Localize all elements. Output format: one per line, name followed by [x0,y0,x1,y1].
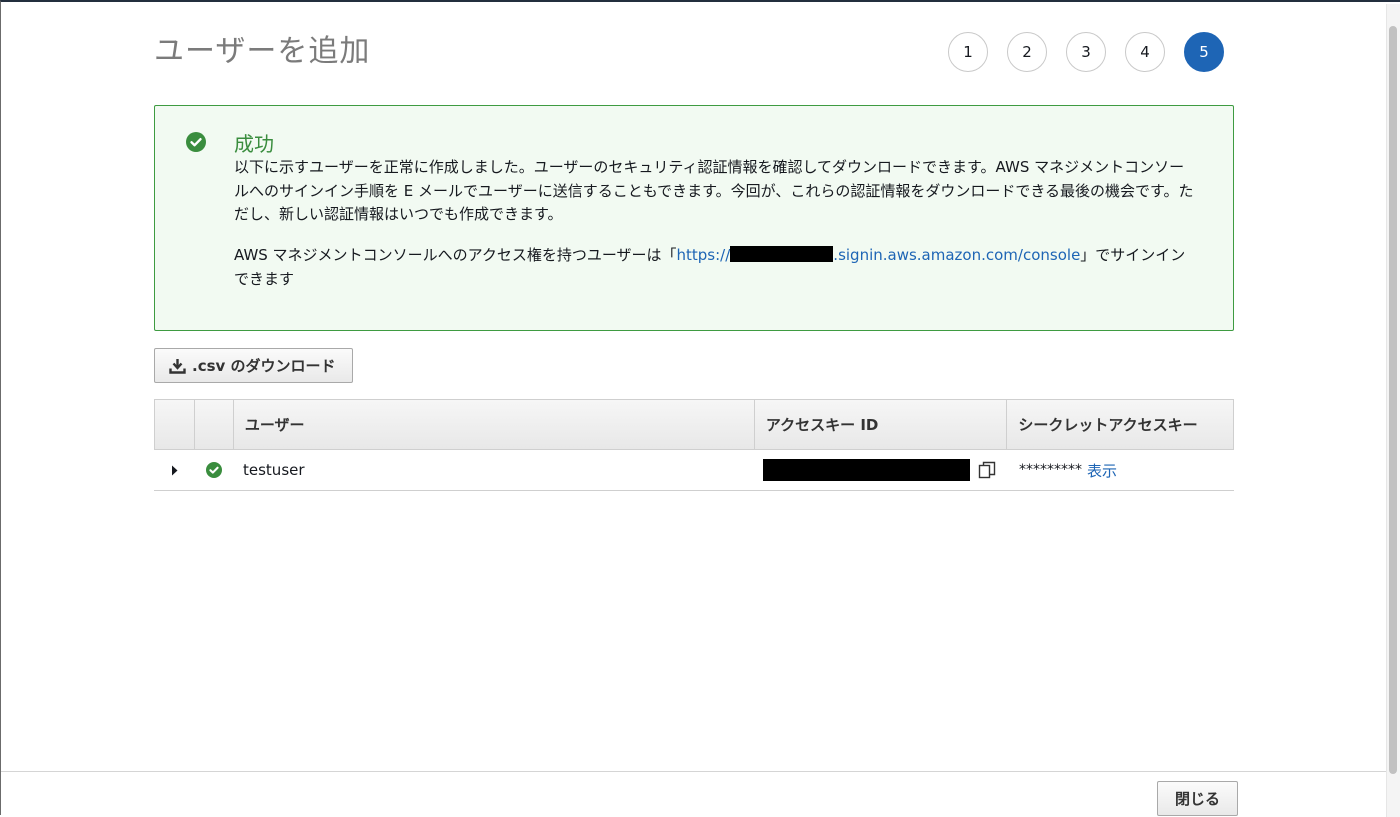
console-url-end: .signin.aws.amazon.com/console [833,246,1081,264]
row-user: testuser [243,461,305,479]
copy-icon[interactable] [978,461,996,479]
step-4: 4 [1125,32,1165,72]
close-button[interactable]: 閉じる [1157,781,1238,816]
header-expand-col [155,400,195,449]
success-title: 成功 [234,132,274,156]
console-signin-info: AWS マネジメントコンソールへのアクセス権を持つユーザーは「https://.… [234,244,1199,291]
header-access-key-id: アクセスキー ID [755,400,1008,449]
scrollbar[interactable] [1386,4,1400,817]
header-secret-access-key: シークレットアクセスキー [1018,416,1198,434]
success-message: 以下に示すユーザーを正常に作成しました。ユーザーのセキュリティ認証情報を確認して… [234,158,1194,223]
header-status-col [195,400,234,449]
footer-bar: 閉じる [1,771,1387,817]
show-secret-link[interactable]: 表示 [1087,460,1117,481]
console-url-start: https:// [676,246,731,264]
app-window: ユーザーを追加 1 2 3 4 5 成功 以下に示すユーザーを正常に作成しました… [0,0,1400,817]
wizard-steps: 1 2 3 4 5 [948,32,1224,72]
step-3: 3 [1066,32,1106,72]
page-title: ユーザーを追加 [154,34,371,69]
redacted-account-id [730,246,834,262]
table-header: ユーザー アクセスキー ID シークレットアクセスキー [154,399,1234,450]
download-csv-label: .csv のダウンロード [192,357,336,375]
scrollbar-thumb[interactable] [1389,26,1397,774]
credentials-table: ユーザー アクセスキー ID シークレットアクセスキー testuser ***… [154,399,1234,491]
check-circle-icon [205,462,222,478]
step-2: 2 [1007,32,1047,72]
header-user: ユーザー [234,400,755,449]
redacted-access-key [763,459,970,481]
download-icon [169,358,186,374]
step-1: 1 [948,32,988,72]
signin-text-prefix: AWS マネジメントコンソールへのアクセス権を持つユーザーは「 [234,246,677,264]
table-row: testuser ********* 表示 [154,450,1234,491]
step-5-active: 5 [1184,32,1224,72]
console-signin-link[interactable]: https:// .signin.aws.amazon.com/console [676,246,1081,264]
caret-right-icon [171,465,177,475]
check-circle-icon [186,132,206,152]
row-status [194,450,233,490]
success-alert: 成功 以下に示すユーザーを正常に作成しました。ユーザーのセキュリティ認証情報を確… [154,105,1234,331]
expand-row-toggle[interactable] [154,450,194,490]
download-csv-button[interactable]: .csv のダウンロード [154,348,353,383]
row-secret-key: ********* 表示 [1008,450,1234,490]
secret-key-masked: ********* [1019,462,1082,478]
row-access-key-id [755,450,1008,490]
